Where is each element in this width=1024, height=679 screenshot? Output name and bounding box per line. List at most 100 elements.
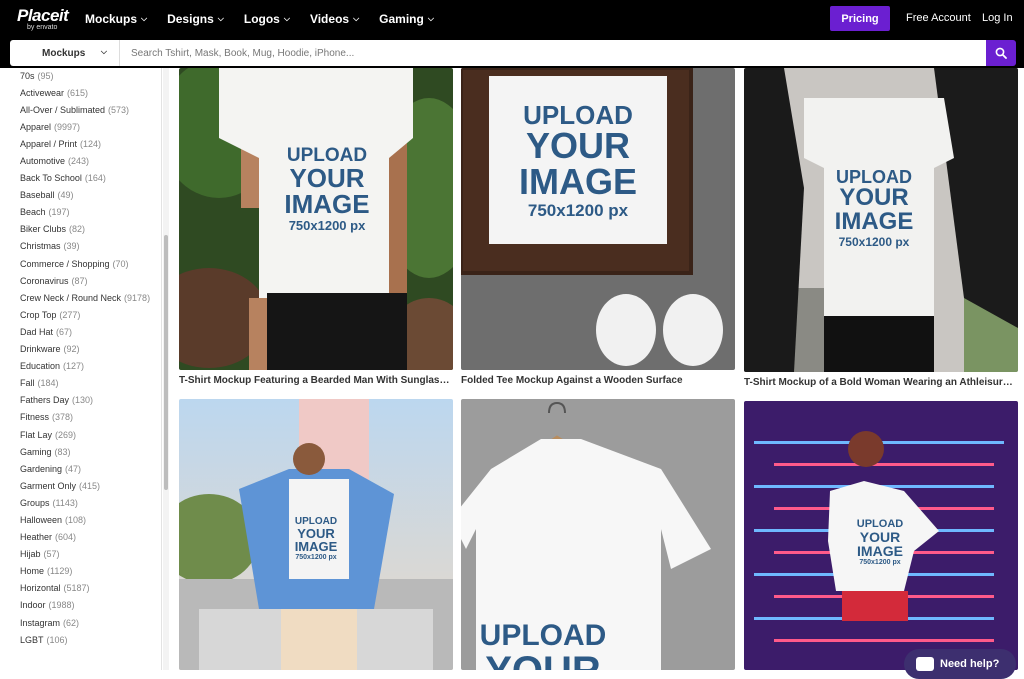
category-count: (106) (46, 634, 68, 645)
category-count: (277) (59, 309, 81, 320)
sidebar-scrollbar-thumb[interactable] (164, 235, 168, 490)
nav-item-gaming[interactable]: Gaming ⌵ (379, 12, 434, 26)
mockup-card-6[interactable]: UPLOAD YOUR IMAGE 750x1200 px (744, 401, 1018, 670)
category-name: Dad Hat (20, 326, 54, 337)
sidebar-category-item[interactable]: Instagram (62) (20, 614, 150, 631)
sidebar-category-item[interactable]: Beach (197) (20, 204, 150, 221)
sidebar-category-item[interactable]: Gardening (47) (20, 460, 150, 477)
sidebar-category-item[interactable]: Fathers Day (130) (20, 392, 150, 409)
search-button[interactable] (986, 40, 1016, 66)
sidebar-category-item[interactable]: Horizontal (5187) (20, 580, 150, 597)
mockup-card-3[interactable]: UPLOAD YOUR IMAGE 750x1200 px (744, 68, 1018, 372)
sidebar-category-item[interactable]: Garment Only (415) (20, 477, 150, 494)
category-name: Fall (20, 378, 35, 389)
sidebar-category-item[interactable]: Automotive (243) (20, 152, 150, 169)
sidebar-category-item[interactable]: Groups (1143) (20, 494, 150, 511)
sidebar-category-item[interactable]: Activewear (615) (20, 84, 150, 101)
upload-placeholder: UPLOAD YOUR (479, 619, 607, 671)
sidebar-category-item[interactable]: Flat Lay (269) (20, 426, 150, 443)
mockup-caption-1[interactable]: T-Shirt Mockup Featuring a Bearded Man W… (179, 375, 451, 386)
sidebar-category-item[interactable]: Gaming (83) (20, 443, 150, 460)
mockup-caption-2[interactable]: Folded Tee Mockup Against a Wooden Surfa… (461, 375, 733, 386)
category-count: (49) (57, 190, 74, 201)
mockup-card-1[interactable]: UPLOAD YOUR IMAGE 750x1200 px (179, 68, 453, 370)
search-input[interactable] (120, 40, 986, 66)
chevron-down-icon: ⌵ (100, 47, 107, 56)
sidebar-category-item[interactable]: Fall (184) (20, 375, 150, 392)
sidebar-category-item[interactable]: Hijab (57) (20, 546, 150, 563)
placeit-logo[interactable]: Placeit by envato (17, 4, 73, 34)
nav-item-logos[interactable]: Logos ⌵ (244, 12, 290, 26)
sidebar-category-item[interactable]: Christmas (39) (20, 238, 150, 255)
login-link[interactable]: Log In (982, 12, 1013, 24)
pricing-button[interactable]: Pricing (830, 6, 890, 31)
category-count: (243) (68, 156, 90, 167)
category-name: Crew Neck / Round Neck (20, 292, 122, 303)
sidebar-category-item[interactable]: Baseball (49) (20, 187, 150, 204)
category-name: Automotive (20, 156, 66, 167)
chevron-down-icon: ⌵ (353, 14, 360, 23)
category-count: (184) (37, 378, 59, 389)
category-name: Garment Only (20, 480, 77, 491)
sidebar-category-item[interactable]: Fitness (378) (20, 409, 150, 426)
category-count: (9178) (124, 292, 151, 303)
sidebar-category-item[interactable]: Drinkware (92) (20, 341, 150, 358)
category-name: Home (20, 566, 45, 577)
sidebar-category-item[interactable]: Education (127) (20, 358, 150, 375)
mockup-caption-3[interactable]: T-Shirt Mockup of a Bold Woman Wearing a… (744, 377, 1016, 388)
sidebar-category-item[interactable]: Home (1129) (20, 563, 150, 580)
chevron-down-icon: ⌵ (141, 14, 148, 23)
chat-bubble-icon (916, 657, 934, 671)
sidebar-category-item[interactable]: Heather (604) (20, 529, 150, 546)
sidebar-category-item[interactable]: Dad Hat (67) (20, 323, 150, 340)
category-name: Groups (20, 497, 50, 508)
category-name: Coronavirus (20, 275, 69, 286)
sidebar-category-item[interactable]: 70s (95) (20, 68, 150, 84)
category-name: Fitness (20, 412, 50, 423)
category-count: (197) (48, 207, 70, 218)
sidebar-category-item[interactable]: Commerce / Shopping (70) (20, 255, 150, 272)
free-account-link[interactable]: Free Account (906, 12, 971, 24)
sidebar-category-item[interactable]: Apparel / Print (124) (20, 135, 150, 152)
mockup-card-5[interactable]: UPLOAD YOUR (461, 399, 735, 670)
category-name: Back To School (20, 173, 82, 184)
sidebar-category-item[interactable]: Back To School (164) (20, 170, 150, 187)
search-category-label: Mockups (42, 47, 86, 59)
category-name: Flat Lay (20, 429, 53, 440)
sidebar-category-item[interactable]: Coronavirus (87) (20, 272, 150, 289)
sidebar-category-item[interactable]: Indoor (1988) (20, 597, 150, 614)
nav-item-designs[interactable]: Designs ⌵ (167, 12, 224, 26)
chevron-down-icon: ⌵ (427, 14, 434, 23)
category-count: (573) (108, 104, 130, 115)
sidebar-category-item[interactable]: Crop Top (277) (20, 306, 150, 323)
category-count: (130) (72, 395, 94, 406)
category-name: Horizontal (20, 583, 61, 594)
nav-item-videos[interactable]: Videos ⌵ (310, 12, 359, 26)
sidebar-category-item[interactable]: Biker Clubs (82) (20, 221, 150, 238)
category-name: Beach (20, 207, 46, 218)
category-count: (70) (112, 258, 129, 269)
category-count: (1143) (52, 497, 78, 508)
category-count: (67) (56, 326, 73, 337)
main-nav: Mockups ⌵ Designs ⌵ Logos ⌵ Videos ⌵ Gaming ⌵ (85, 12, 454, 26)
category-count: (9997) (54, 121, 81, 132)
category-count: (1988) (48, 600, 75, 611)
category-count: (92) (63, 344, 80, 355)
mockup-card-2[interactable]: UPLOAD YOUR IMAGE 750x1200 px (461, 68, 735, 370)
category-name: Gardening (20, 463, 63, 474)
need-help-button[interactable]: Need help? (904, 649, 1016, 679)
category-count: (604) (55, 532, 77, 543)
sidebar-category-item[interactable]: All-Over / Sublimated (573) (20, 101, 150, 118)
nav-item-mockups[interactable]: Mockups ⌵ (85, 12, 147, 26)
category-name: Biker Clubs (20, 224, 67, 235)
category-name: Education (20, 361, 61, 372)
top-navigation-bar: Placeit by envato Mockups ⌵ Designs ⌵ Logo… (0, 0, 1024, 38)
category-count: (47) (65, 463, 82, 474)
mockup-card-4[interactable]: UPLOAD YOUR IMAGE 750x1200 px (179, 399, 453, 670)
category-count: (5187) (63, 583, 90, 594)
search-category-select[interactable]: Mockups ⌵ (10, 40, 120, 66)
sidebar-category-item[interactable]: Crew Neck / Round Neck (9178) (20, 289, 150, 306)
sidebar-category-item[interactable]: LGBT (106) (20, 631, 150, 648)
sidebar-category-item[interactable]: Apparel (9997) (20, 118, 150, 135)
sidebar-category-item[interactable]: Halloween (108) (20, 511, 150, 528)
